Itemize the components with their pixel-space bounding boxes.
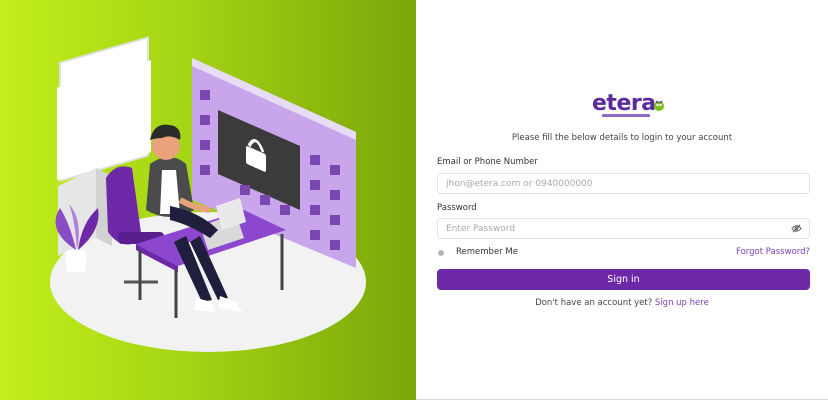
sign-in-button[interactable]: Sign in xyxy=(437,269,810,290)
eye-slash-icon[interactable] xyxy=(791,223,802,234)
password-label: Password xyxy=(437,203,477,213)
email-input[interactable] xyxy=(437,173,810,194)
sign-up-link[interactable]: Sign up here xyxy=(655,298,709,308)
logo-tagline-bar xyxy=(602,114,650,117)
login-subtitle: Please fill the below details to login t… xyxy=(511,133,733,143)
email-label: Email or Phone Number xyxy=(437,157,538,167)
window-graphic xyxy=(57,36,151,183)
remember-me-checkbox[interactable] xyxy=(438,250,444,256)
forgot-password-link[interactable]: Forgot Password? xyxy=(736,247,810,257)
password-input[interactable] xyxy=(437,218,810,239)
login-panel: etera Please fill the below details to l… xyxy=(416,0,828,400)
logo-text: etera xyxy=(592,91,656,116)
remember-me-label[interactable]: Remember Me xyxy=(456,247,518,257)
illustration-panel xyxy=(0,0,416,400)
signup-prompt: Don't have an account yet? xyxy=(535,298,655,308)
signup-row: Don't have an account yet? Sign up here xyxy=(416,298,828,308)
brand-logo: etera xyxy=(592,92,668,120)
secure-login-illustration xyxy=(50,36,366,352)
mascot-icon xyxy=(654,100,664,111)
